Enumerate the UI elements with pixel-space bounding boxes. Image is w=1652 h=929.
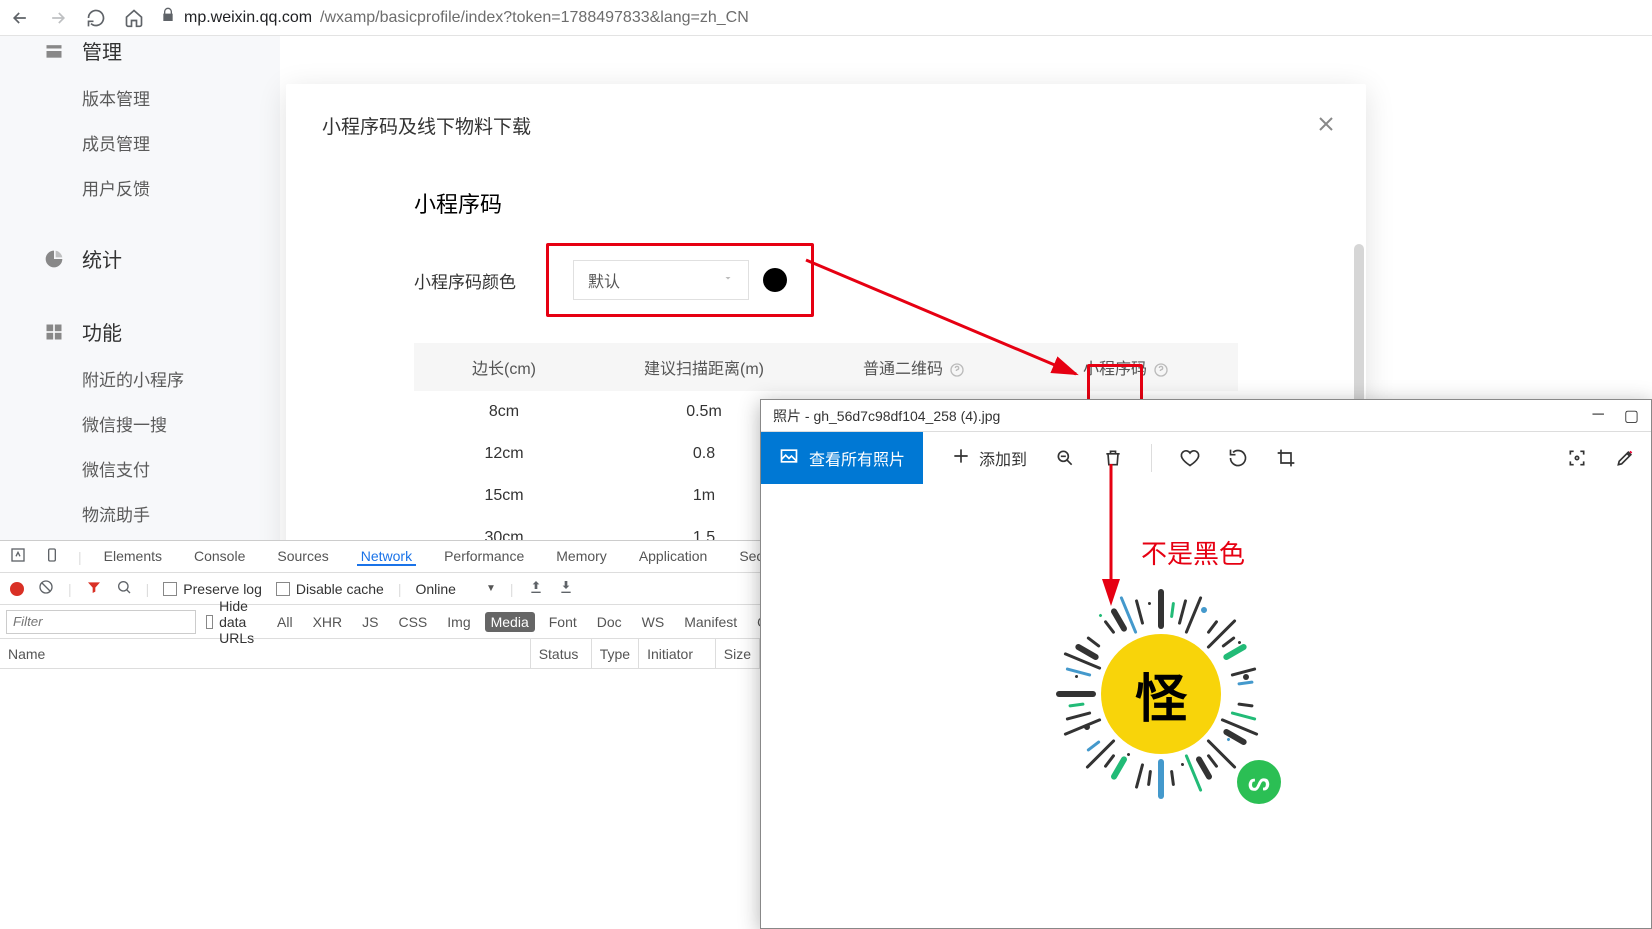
photos-canvas: 不是黑色 怪 ᔕ [761, 484, 1651, 928]
devtools-tab[interactable]: Memory [552, 548, 611, 564]
edit-icon[interactable] [1615, 448, 1635, 468]
favorite-icon[interactable] [1180, 448, 1200, 468]
preserve-log-checkbox[interactable]: Preserve log [163, 581, 262, 597]
request-type-filter[interactable]: Font [543, 612, 583, 632]
annotation-box-color: 默认 [546, 243, 814, 317]
clear-icon[interactable] [38, 579, 54, 598]
devtools-tab[interactable]: Performance [440, 548, 528, 564]
disable-cache-checkbox[interactable]: Disable cache [276, 581, 384, 597]
modal-title: 小程序码及线下物料下载 [286, 84, 1366, 139]
photos-title-text: 照片 - gh_56d7c98df104_258 (4).jpg [773, 406, 1000, 426]
grid-icon [44, 321, 66, 343]
color-select[interactable]: 默认 [573, 260, 749, 300]
back-icon[interactable] [8, 6, 32, 30]
sidebar-item[interactable]: 物流助手 [82, 501, 280, 526]
help-icon[interactable] [949, 362, 965, 378]
color-label: 小程序码颜色 [414, 268, 516, 293]
browser-toolbar: mp.weixin.qq.com/wxamp/basicprofile/inde… [0, 0, 1652, 36]
sidebar-group-manage[interactable]: 管理 [44, 36, 280, 65]
sidebar-group-label: 统计 [82, 244, 122, 273]
sidebar-group-label: 功能 [82, 317, 122, 346]
maximize-icon[interactable]: ▢ [1624, 406, 1639, 426]
sidebar-group-func[interactable]: 功能 [44, 317, 280, 346]
gallery-icon [779, 446, 799, 471]
request-type-filter[interactable]: Manifest [678, 612, 743, 632]
zoom-icon[interactable] [1055, 448, 1075, 468]
devtools-toolbar: | | Preserve log Disable cache | Online … [0, 573, 760, 605]
section-title: 小程序码 [286, 187, 1366, 219]
devtools-tab[interactable]: Application [635, 548, 712, 564]
th-length: 边长(cm) [414, 355, 594, 379]
sidebar-group-label: 管理 [82, 36, 122, 65]
record-icon[interactable] [10, 582, 24, 596]
photos-titlebar: 照片 - gh_56d7c98df104_258 (4).jpg ─ ▢ [761, 400, 1651, 432]
col-initiator[interactable]: Initiator [639, 639, 716, 668]
request-type-filter[interactable]: CSS [392, 612, 433, 632]
devtools-tab[interactable]: Network [357, 548, 416, 566]
url-path: /wxamp/basicprofile/index?token=17884978… [320, 9, 749, 27]
request-type-filter[interactable]: All [271, 612, 299, 632]
sidebar-item[interactable]: 附近的小程序 [82, 366, 280, 391]
devtools-tabs: | ElementsConsoleSourcesNetworkPerforman… [0, 541, 760, 573]
devtools-panel: | ElementsConsoleSourcesNetworkPerforman… [0, 540, 760, 929]
sidebar-item[interactable]: 版本管理 [82, 85, 280, 110]
select-value: 默认 [588, 268, 620, 292]
col-status[interactable]: Status [531, 639, 592, 668]
address-bar[interactable]: mp.weixin.qq.com/wxamp/basicprofile/inde… [160, 7, 1644, 28]
plus-icon [951, 446, 971, 471]
stats-icon [44, 248, 66, 270]
sidebar-item[interactable]: 微信搜一搜 [82, 411, 280, 436]
devtools-filter-row: Hide data URLs AllXHRJSCSSImgMediaFontDo… [0, 605, 760, 639]
col-size[interactable]: Size [716, 639, 760, 668]
devtools-tab[interactable]: Console [190, 548, 249, 564]
upload-icon[interactable] [528, 579, 544, 598]
sidebar-item[interactable]: 成员管理 [82, 130, 280, 155]
home-icon[interactable] [122, 6, 146, 30]
close-icon[interactable] [1314, 112, 1338, 141]
request-type-filter[interactable]: JS [356, 612, 384, 632]
photos-toolbar: 查看所有照片 添加到 [761, 432, 1651, 484]
devtools-tab[interactable]: Elements [100, 548, 166, 564]
chevron-down-icon [722, 271, 734, 289]
col-type[interactable]: Type [592, 639, 639, 668]
separator [1151, 444, 1152, 472]
th-distance: 建议扫描距离(m) [594, 355, 814, 379]
color-swatch [763, 268, 787, 292]
th-qr: 普通二维码 [814, 355, 1014, 379]
sidebar-group-stats[interactable]: 统计 [44, 244, 280, 273]
sidebar-item[interactable]: 用户反馈 [82, 175, 280, 200]
device-icon[interactable] [44, 547, 60, 566]
filter-icon[interactable] [86, 579, 102, 598]
url-host: mp.weixin.qq.com [184, 9, 312, 27]
forward-icon[interactable] [46, 6, 70, 30]
lock-icon [160, 7, 176, 28]
rotate-icon[interactable] [1228, 448, 1248, 468]
devtools-tab[interactable]: Sources [273, 548, 332, 564]
add-to-button[interactable]: 添加到 [951, 446, 1027, 471]
minimize-icon[interactable]: ─ [1593, 406, 1604, 426]
filter-input[interactable] [6, 610, 196, 634]
wechat-mini-icon: ᔕ [1237, 760, 1281, 804]
reload-icon[interactable] [84, 6, 108, 30]
scan-icon[interactable] [1567, 448, 1587, 468]
request-type-filter[interactable]: XHR [307, 612, 349, 632]
request-type-filter[interactable]: Media [485, 612, 535, 632]
sidebar-item[interactable]: 微信支付 [82, 456, 280, 481]
manage-icon [44, 40, 66, 62]
request-type-filter[interactable]: Doc [591, 612, 628, 632]
network-table-header: Name Status Type Initiator Size [0, 639, 760, 669]
view-all-button[interactable]: 查看所有照片 [761, 432, 923, 484]
request-type-filter[interactable]: Img [441, 612, 476, 632]
inspect-icon[interactable] [10, 547, 26, 566]
suncode-center: 怪 [1101, 634, 1221, 754]
download-icon[interactable] [558, 579, 574, 598]
photos-window: 照片 - gh_56d7c98df104_258 (4).jpg ─ ▢ 查看所… [760, 399, 1652, 929]
col-name[interactable]: Name [0, 639, 531, 668]
help-icon[interactable] [1153, 362, 1169, 378]
request-type-filter[interactable]: WS [636, 612, 671, 632]
throttle-select[interactable]: Online [415, 581, 495, 597]
crop-icon[interactable] [1276, 448, 1296, 468]
suncode-image: 怪 ᔕ [1021, 554, 1301, 834]
search-icon[interactable] [116, 579, 132, 598]
